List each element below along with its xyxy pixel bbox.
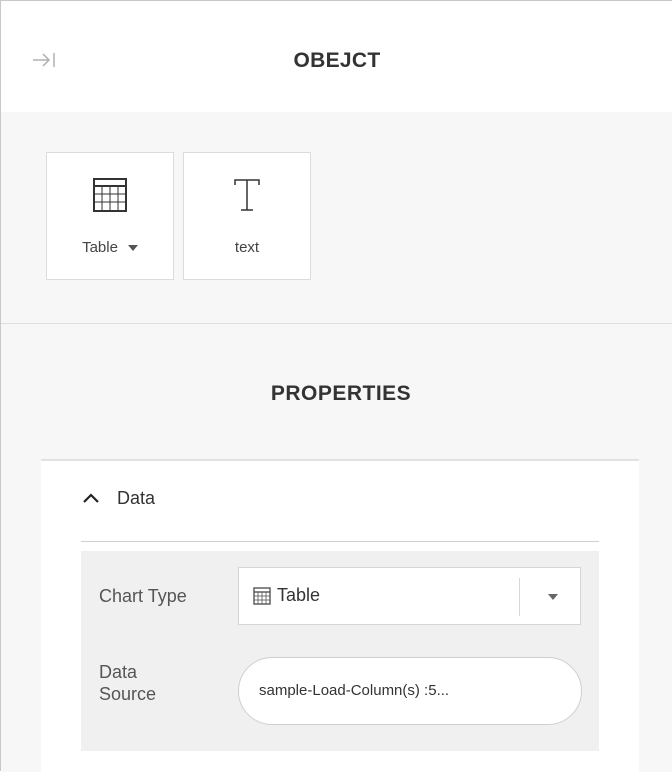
- data-section-label: Data: [117, 487, 156, 508]
- data-source-field[interactable]: sample-Load-Column(s) :5...: [238, 657, 582, 725]
- select-separator: [519, 578, 520, 616]
- panel-title: OBEJCT: [293, 49, 381, 72]
- text-object-label: text: [234, 239, 260, 256]
- chart-type-label: Chart Type: [99, 586, 187, 606]
- chevron-down-icon[interactable]: [127, 245, 138, 252]
- text-object-button[interactable]: text: [183, 152, 311, 280]
- panel-header: OBEJCT: [1, 1, 672, 112]
- table-icon: [93, 178, 127, 212]
- section-divider: [81, 541, 599, 542]
- table-icon: [253, 586, 271, 605]
- data-source-label: Data Source: [99, 662, 157, 704]
- chevron-up-icon: [83, 493, 99, 503]
- table-object-label: Table: [82, 239, 118, 256]
- properties-area: PROPERTIES Data Chart Type Table Data So…: [1, 324, 672, 774]
- text-icon: [234, 179, 260, 211]
- chart-type-select[interactable]: Table: [238, 567, 581, 625]
- object-toolbar: Table text: [1, 112, 672, 324]
- table-object-button[interactable]: Table: [46, 152, 174, 280]
- object-properties-panel: OBEJCT Table text PROPERTIES Data Chart …: [0, 0, 672, 774]
- data-source-value: sample-Load-Column(s) :5...: [259, 682, 450, 699]
- data-fields: Chart Type Table Data Source sample-Load…: [81, 551, 599, 751]
- chart-type-value: Table: [277, 585, 321, 605]
- data-section: Data Chart Type Table Data Source sample…: [41, 459, 639, 774]
- chevron-down-icon[interactable]: [548, 594, 558, 600]
- data-section-toggle[interactable]: Data: [81, 483, 155, 513]
- properties-title: PROPERTIES: [270, 382, 412, 405]
